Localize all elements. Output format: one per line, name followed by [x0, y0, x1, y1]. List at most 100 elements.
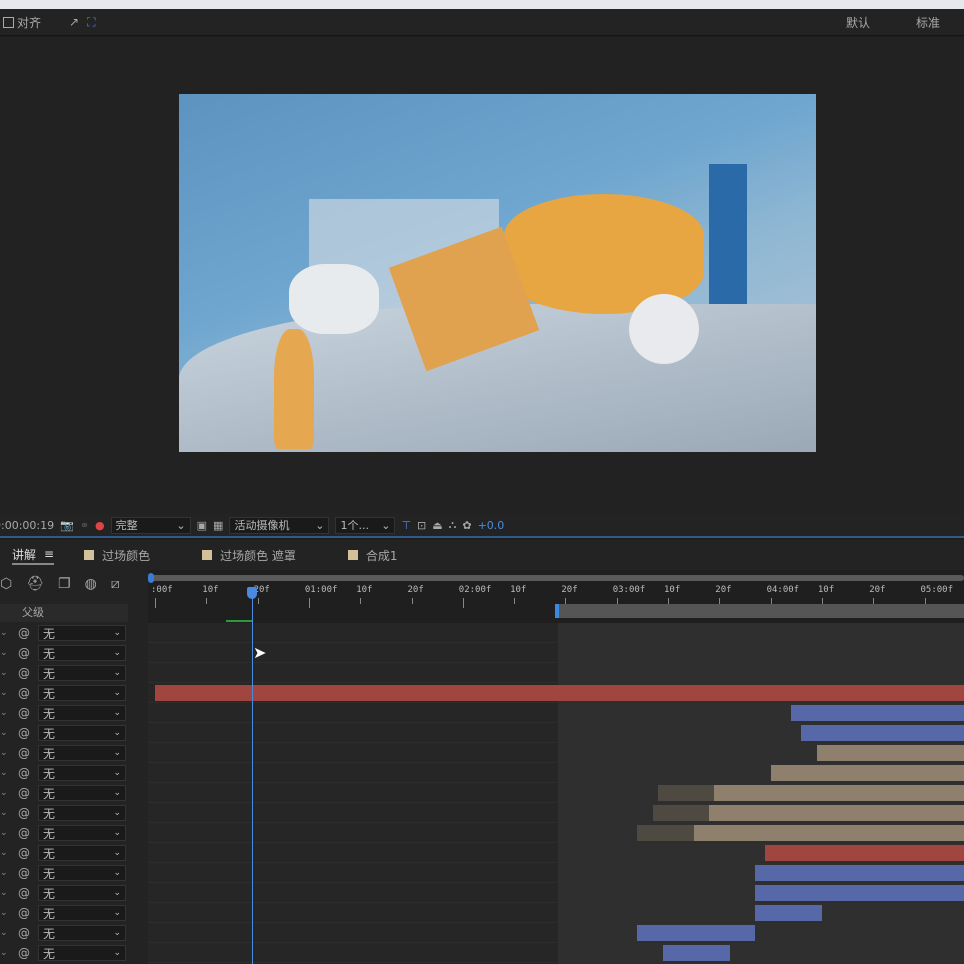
layer-row[interactable]: ⌄ @ 无 ⌄	[0, 943, 148, 963]
pickwhip-icon[interactable]: @	[10, 806, 38, 820]
layer-row[interactable]: ⌄ @ 无 ⌄	[0, 623, 148, 643]
expand-chevron[interactable]: ⌄	[0, 628, 10, 638]
pickwhip-icon[interactable]: @	[10, 886, 38, 900]
expand-chevron[interactable]: ⌄	[0, 888, 10, 898]
parent-select[interactable]: 无 ⌄	[38, 885, 126, 901]
frame-blend-icon[interactable]: ❐	[58, 576, 71, 592]
workspace-default[interactable]: 默认	[846, 14, 870, 31]
layer-duration-bar[interactable]	[662, 945, 730, 961]
camera-select[interactable]: 活动摄像机 ⌄	[229, 516, 330, 534]
layer-duration-bar[interactable]	[755, 865, 964, 881]
layer-track-row[interactable]	[148, 943, 964, 963]
exposure-value[interactable]: +0.0	[478, 519, 505, 532]
layer-row[interactable]: ⌄ @ 无 ⌄	[0, 763, 148, 783]
layer-track-row[interactable]	[148, 823, 964, 843]
layer-duration-bar[interactable]	[765, 845, 964, 861]
layer-row[interactable]: ⌄ @ 无 ⌄	[0, 883, 148, 903]
pickwhip-icon[interactable]: @	[10, 666, 38, 680]
flowchart-icon[interactable]: ⛬	[449, 518, 457, 532]
layer-row[interactable]: ⌄ @ 无 ⌄	[0, 643, 148, 663]
pen-icon[interactable]: ↗	[69, 15, 79, 29]
parent-select[interactable]: 无 ⌄	[38, 685, 126, 701]
pickwhip-icon[interactable]: @	[10, 626, 38, 640]
expand-chevron[interactable]: ⌄	[0, 948, 10, 958]
expand-chevron[interactable]: ⌄	[0, 708, 10, 718]
layer-track-row[interactable]	[148, 703, 964, 723]
pickwhip-icon[interactable]: @	[10, 646, 38, 660]
layer-row[interactable]: ⌄ @ 无 ⌄	[0, 803, 148, 823]
layer-duration-bar[interactable]	[657, 785, 715, 801]
transparency-grid-icon[interactable]: ▦	[213, 519, 223, 532]
expand-chevron[interactable]: ⌄	[0, 908, 10, 918]
pickwhip-icon[interactable]: @	[10, 706, 38, 720]
pickwhip-icon[interactable]: @	[10, 726, 38, 740]
layer-duration-bar[interactable]	[652, 805, 710, 821]
timecode[interactable]: 0:00:00:19	[0, 519, 54, 532]
pickwhip-icon[interactable]: @	[10, 846, 38, 860]
expand-chevron[interactable]: ⌄	[0, 868, 10, 878]
layer-duration-bar[interactable]	[155, 685, 964, 701]
reset-exposure-icon[interactable]: ✿	[462, 519, 471, 532]
expand-chevron[interactable]: ⌄	[0, 728, 10, 738]
layer-duration-bar[interactable]	[816, 745, 964, 761]
layer-row[interactable]: ⌄ @ 无 ⌄	[0, 923, 148, 943]
layer-track-row[interactable]	[148, 863, 964, 883]
expand-chevron[interactable]: ⌄	[0, 928, 10, 938]
layer-track-row[interactable]	[148, 723, 964, 743]
layer-duration-bar[interactable]	[755, 905, 822, 921]
layer-track-row[interactable]	[148, 743, 964, 763]
layer-row[interactable]: ⌄ @ 无 ⌄	[0, 723, 148, 743]
region-of-interest-icon[interactable]: ▣	[197, 519, 207, 532]
expand-chevron[interactable]: ⌄	[0, 668, 10, 678]
motion-blur-icon[interactable]: ◍	[85, 576, 97, 592]
pickwhip-icon[interactable]: @	[10, 746, 38, 760]
expand-chevron[interactable]: ⌄	[0, 848, 10, 858]
layer-row[interactable]: ⌄ @ 无 ⌄	[0, 863, 148, 883]
parent-select[interactable]: 无 ⌄	[38, 805, 126, 821]
show-snapshot-icon[interactable]: ⚭	[80, 519, 89, 532]
snapshot-icon[interactable]: 📷	[60, 519, 74, 532]
time-ruler[interactable]: :00f 10f 20f 01:00f 10f 20f 02:00f 10f 20f 03:00f…	[148, 570, 964, 623]
layer-track-row[interactable]	[148, 843, 964, 863]
graph-editor-icon[interactable]: ⧄	[111, 576, 120, 592]
parent-select[interactable]: 无 ⌄	[38, 725, 126, 741]
expand-chevron[interactable]: ⌄	[0, 648, 10, 658]
parent-select[interactable]: 无 ⌄	[38, 645, 126, 661]
parent-select[interactable]: 无 ⌄	[38, 845, 126, 861]
views-select[interactable]: 1个... ⌄	[335, 516, 396, 534]
pickwhip-icon[interactable]: @	[10, 926, 38, 940]
parent-select[interactable]: 无 ⌄	[38, 785, 126, 801]
time-navigator[interactable]	[150, 575, 964, 581]
parent-select[interactable]: 无 ⌄	[38, 905, 126, 921]
parent-select[interactable]: 无 ⌄	[38, 825, 126, 841]
layer-row[interactable]: ⌄ @ 无 ⌄	[0, 843, 148, 863]
layer-row[interactable]: ⌄ @ 无 ⌄	[0, 743, 148, 763]
layer-row[interactable]: ⌄ @ 无 ⌄	[0, 903, 148, 923]
layer-track-row[interactable]	[148, 663, 964, 683]
parent-select[interactable]: 无 ⌄	[38, 625, 126, 641]
timeline-icon[interactable]: ⊡	[417, 519, 426, 532]
parent-select[interactable]: 无 ⌄	[38, 945, 126, 961]
work-area-start-handle[interactable]	[555, 604, 559, 618]
parent-select[interactable]: 无 ⌄	[38, 665, 126, 681]
expand-chevron[interactable]: ⌄	[0, 688, 10, 698]
navigator-start-handle[interactable]	[148, 573, 154, 583]
layer-track-row[interactable]	[148, 683, 964, 703]
parent-select[interactable]: 无 ⌄	[38, 925, 126, 941]
parent-select[interactable]: 无 ⌄	[38, 745, 126, 761]
expand-chevron[interactable]: ⌄	[0, 828, 10, 838]
layer-row[interactable]: ⌄ @ 无 ⌄	[0, 683, 148, 703]
work-area-bar[interactable]	[558, 604, 964, 618]
pickwhip-icon[interactable]: @	[10, 766, 38, 780]
parent-select[interactable]: 无 ⌄	[38, 865, 126, 881]
expand-chevron[interactable]: ⌄	[0, 808, 10, 818]
pickwhip-icon[interactable]: @	[10, 906, 38, 920]
menu-icon[interactable]: ≡	[44, 547, 54, 561]
layer-duration-bar[interactable]	[791, 705, 964, 721]
layer-row[interactable]: ⌄ @ 无 ⌄	[0, 703, 148, 723]
layer-track-row[interactable]	[148, 763, 964, 783]
tab-合成1[interactable]: 合成1	[347, 547, 398, 564]
channel-icon[interactable]: ●	[95, 519, 105, 532]
workspace-standard[interactable]: 标准	[916, 14, 940, 31]
layer-duration-bar[interactable]	[637, 925, 756, 941]
